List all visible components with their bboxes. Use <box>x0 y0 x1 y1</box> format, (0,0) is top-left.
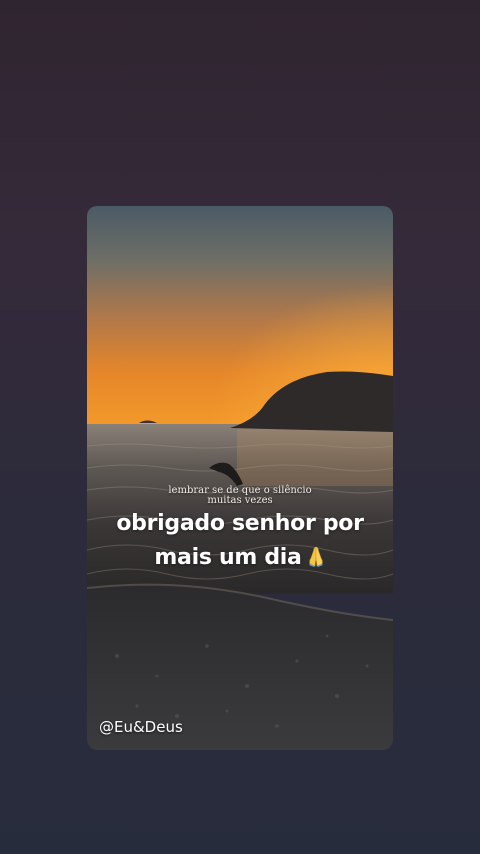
praying-hands-icon <box>308 546 323 567</box>
main-text-line-2: mais um dia <box>154 545 302 570</box>
main-text-line-1: obrigado senhor por <box>116 511 364 536</box>
watermark-handle: @Eu&Deus <box>99 718 183 736</box>
sunset-sea-photo <box>87 206 393 750</box>
main-text-line-2-wrapper: mais um dia <box>87 541 393 575</box>
story-main-text: obrigado senhor por mais um dia <box>87 507 393 575</box>
caption-line-2: muitas vezes <box>207 495 273 506</box>
story-card[interactable]: lembrar se de que o silêncio muitas veze… <box>87 206 393 750</box>
